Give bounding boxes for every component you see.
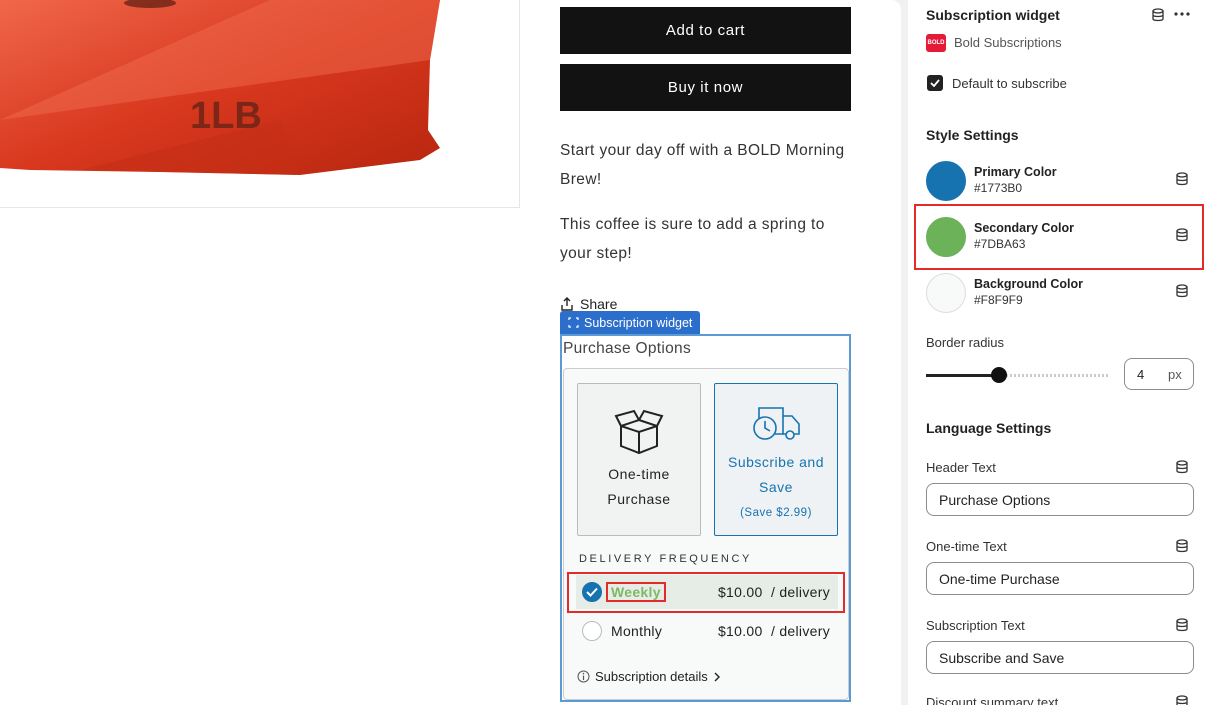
dynamic-source-icon[interactable] xyxy=(1175,539,1189,553)
savings-label: (Save $2.99) xyxy=(740,507,812,519)
product-description: Start your day off with a BOLD Morning B… xyxy=(560,136,860,194)
language-settings-title: Language Settings xyxy=(926,420,1052,436)
field-label: One-time Text xyxy=(926,539,1007,554)
bag-label: 1LB xyxy=(190,95,262,137)
description-line: your step! xyxy=(560,245,633,262)
field-label: Subscription Text xyxy=(926,618,1025,633)
widget-body: One-time Purchase Subscribe and Save (Sa… xyxy=(563,368,849,700)
dynamic-source-icon[interactable] xyxy=(1175,618,1189,632)
one-time-purchase-option[interactable]: One-time Purchase xyxy=(577,383,701,536)
subscribe-and-save-option[interactable]: Subscribe and Save (Save $2.99) xyxy=(714,383,838,536)
primary-color-hex: #1773B0 xyxy=(974,181,1023,195)
delivery-frequency-title: DELIVERY FREQUENCY xyxy=(579,553,752,565)
highlight-box-secondary xyxy=(914,204,1204,270)
field-label: Header Text xyxy=(926,460,996,475)
subscription-widget[interactable]: Purchase Options One-time Purchase Subsc… xyxy=(560,334,851,702)
price-value: $10.00 xyxy=(717,623,763,639)
panel-title: Subscription widget xyxy=(926,7,1060,23)
box-icon xyxy=(614,409,664,455)
subscribe-label-line: Subscribe and xyxy=(727,454,824,470)
background-color-swatch[interactable] xyxy=(926,273,966,313)
default-subscribe-label: Default to subscribe xyxy=(952,76,1067,91)
dynamic-source-icon[interactable] xyxy=(1175,284,1189,298)
default-subscribe-checkbox[interactable] xyxy=(927,75,943,91)
delivery-truck-icon xyxy=(753,407,800,440)
subscribe-label-line: Save xyxy=(759,479,793,495)
select-frame-icon xyxy=(568,317,579,328)
product-image: 1LB xyxy=(0,0,520,208)
border-radius-value: 4 xyxy=(1137,367,1145,382)
subscription-text-input[interactable]: Subscribe and Save xyxy=(926,641,1194,674)
subscription-details-link[interactable]: Subscription details xyxy=(577,669,721,684)
radio-unchecked-icon[interactable] xyxy=(582,621,602,641)
dynamic-source-icon[interactable] xyxy=(1151,8,1165,22)
frequency-price: $10.00 / delivery xyxy=(718,623,830,639)
header-text-input[interactable]: Purchase Options xyxy=(926,483,1194,516)
background-color-name: Background Color xyxy=(974,277,1084,291)
frequency-label: Monthly xyxy=(611,623,663,639)
widget-header: Purchase Options xyxy=(563,340,692,357)
share-label: Share xyxy=(580,296,618,312)
slider-thumb[interactable] xyxy=(990,367,1007,383)
bold-app-logo-icon: BOLD xyxy=(926,34,946,52)
border-radius-label: Border radius xyxy=(926,335,1005,350)
details-label: Subscription details xyxy=(595,669,708,684)
description-line: Start your day off with a BOLD Morning xyxy=(560,142,845,159)
border-radius-input[interactable]: 4 px xyxy=(1124,358,1194,390)
dynamic-source-icon[interactable] xyxy=(1175,695,1189,705)
frequency-option-monthly[interactable]: Monthly $10.00 / delivery xyxy=(576,614,838,648)
one-time-text-input[interactable]: One-time Purchase xyxy=(926,562,1194,595)
app-badge-text: BOLD xyxy=(927,40,945,46)
settings-panel: Subscription widget BOLD Bold Subscripti… xyxy=(908,0,1208,705)
description-line: Brew! xyxy=(560,171,602,188)
storefront-preview: 1LB Add to cart Buy it now Start your da… xyxy=(0,0,901,705)
background-color-hex: #F8F9F9 xyxy=(974,293,1023,307)
slider-fill xyxy=(926,374,999,377)
one-time-label-line: One-time xyxy=(608,466,670,482)
primary-color-swatch[interactable] xyxy=(926,161,966,201)
coffee-bag-image: 1LB xyxy=(0,0,440,175)
share-icon xyxy=(561,297,573,311)
info-icon xyxy=(577,670,590,683)
style-settings-title: Style Settings xyxy=(926,127,1019,143)
product-description-2: This coffee is sure to add a spring to y… xyxy=(560,210,860,268)
dynamic-source-icon[interactable] xyxy=(1175,172,1189,186)
one-time-label-line: Purchase xyxy=(607,491,671,507)
slider-track[interactable] xyxy=(926,367,1108,383)
app-name: Bold Subscriptions xyxy=(954,35,1062,50)
widget-selection-tag[interactable]: Subscription widget xyxy=(560,311,701,334)
more-options-icon[interactable] xyxy=(1174,9,1190,19)
field-label: Discount summary text xyxy=(926,695,1059,705)
border-radius-unit: px xyxy=(1168,367,1182,382)
chevron-right-icon xyxy=(714,672,720,681)
add-to-cart-button[interactable]: Add to cart xyxy=(560,7,851,54)
widget-tag-label: Subscription widget xyxy=(584,315,693,330)
share-button[interactable]: Share xyxy=(560,296,617,312)
highlight-box-weekly xyxy=(567,572,845,613)
primary-color-name: Primary Color xyxy=(974,165,1057,179)
dynamic-source-icon[interactable] xyxy=(1175,460,1189,474)
description-line: This coffee is sure to add a spring to xyxy=(560,216,825,233)
price-unit: / delivery xyxy=(770,623,830,639)
buy-it-now-button[interactable]: Buy it now xyxy=(560,64,851,111)
